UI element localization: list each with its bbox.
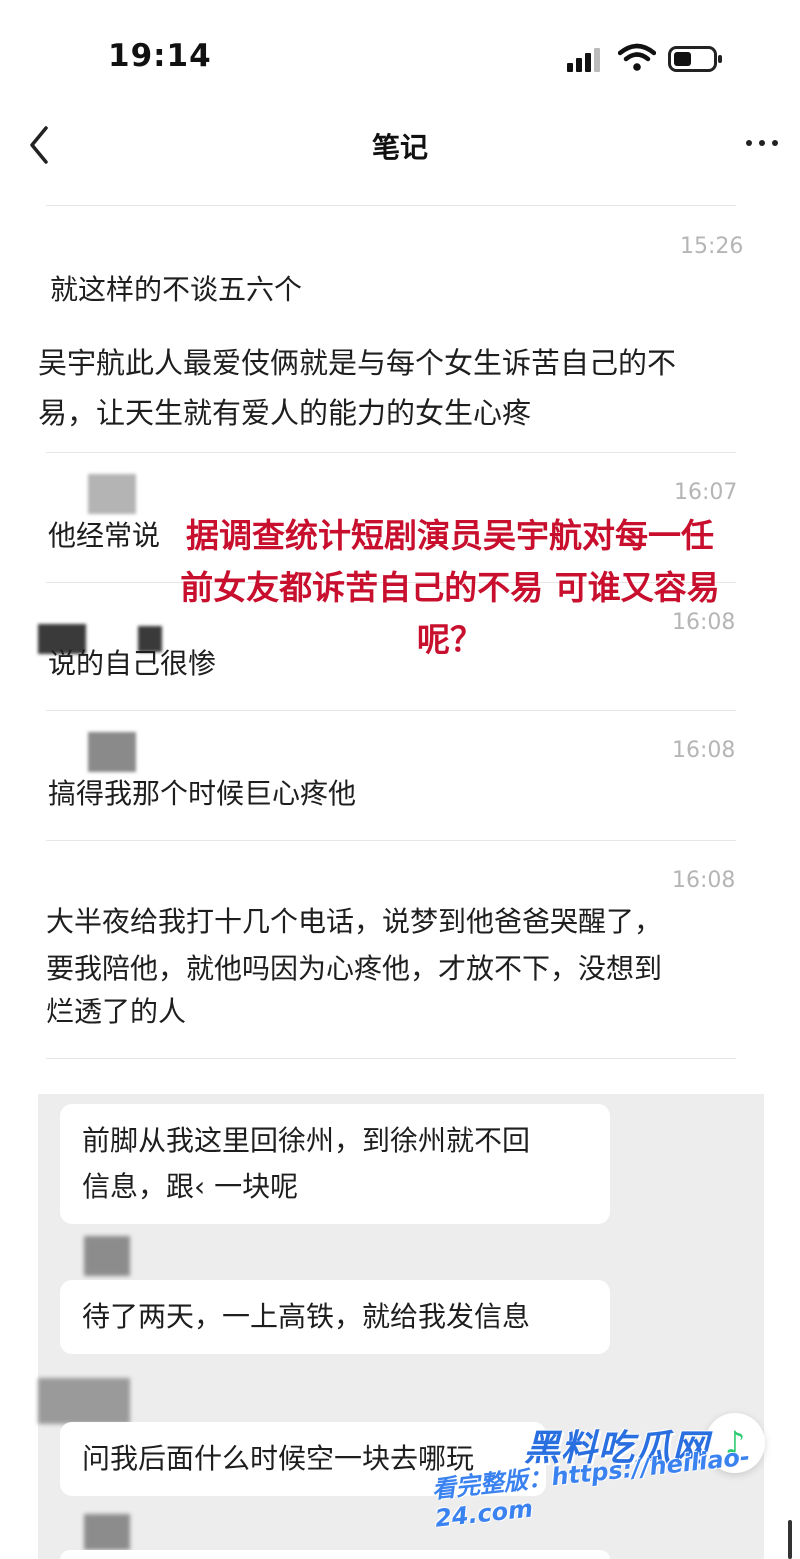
status-bar: 19:14: [0, 0, 800, 110]
note-text: 吴宇航此人最爱伎俩就是与每个女生诉苦自己的不: [38, 346, 677, 380]
divider: [46, 840, 736, 841]
note-timestamp: 16:08: [672, 738, 736, 763]
divider: [46, 452, 736, 453]
overlay-line: 前女友都诉苦自己的不易 可谁又容易: [180, 568, 720, 607]
battery-icon: [668, 46, 722, 72]
divider: [46, 205, 736, 206]
note-text: 搞得我那个时候巨心疼他: [48, 777, 357, 810]
note-text: 烂透了的人: [46, 995, 187, 1028]
note-text: 易，让天生就有爱人的能力的女生心疼: [38, 396, 532, 430]
overlay-line: 呢？: [417, 620, 483, 659]
chat-bubble-line: 前脚从我这里回徐州，到徐州就不回: [82, 1124, 531, 1157]
note-text: 大半夜给我打十几个电话，说梦到他爸爸哭醒了，: [46, 905, 663, 938]
note-timestamp: 16:08: [672, 868, 736, 893]
page-title: 笔记: [371, 131, 428, 164]
note-text: 要我陪他，就他吗因为心疼他，才放不下，没想到: [46, 952, 663, 985]
chat-bubble: 前脚从我这里回徐州，到徐州就不回 信息，跟‹ 一块呢: [60, 1104, 610, 1224]
more-button[interactable]: [742, 132, 782, 156]
chat-bubble: 待了两天，一上高铁，就给我发信息: [60, 1280, 610, 1354]
blurred-avatar: [88, 732, 136, 772]
chat-bubble: [60, 1550, 610, 1559]
note-text: 他经常说: [48, 519, 161, 552]
divider: [46, 1058, 736, 1059]
signal-icon: [567, 48, 603, 72]
scroll-indicator[interactable]: [788, 1520, 792, 1559]
status-time: 19:14: [108, 38, 212, 74]
blurred-avatar: [84, 1236, 130, 1276]
chat-bubble-line: 待了两天，一上高铁，就给我发信息: [82, 1300, 531, 1333]
chat-bubble-line: 信息，跟‹ 一块呢: [82, 1170, 299, 1203]
blurred-avatar: [84, 1514, 130, 1550]
nav-header: 笔记: [0, 110, 800, 180]
wifi-icon: [618, 43, 656, 71]
note-timestamp: 16:07: [674, 480, 738, 505]
overlay-line: 据调查统计短剧演员吴宇航对每一任: [186, 516, 714, 555]
note-text: 就这样的不谈五六个: [50, 273, 303, 306]
note-timestamp: 15:26: [680, 234, 744, 259]
blurred-avatar: [88, 474, 136, 514]
divider: [46, 710, 736, 711]
overlay-caption: 据调查统计短剧演员吴宇航对每一任 前女友都诉苦自己的不易 可谁又容易 呢？: [180, 510, 720, 666]
blurred-avatar: [38, 1378, 130, 1424]
